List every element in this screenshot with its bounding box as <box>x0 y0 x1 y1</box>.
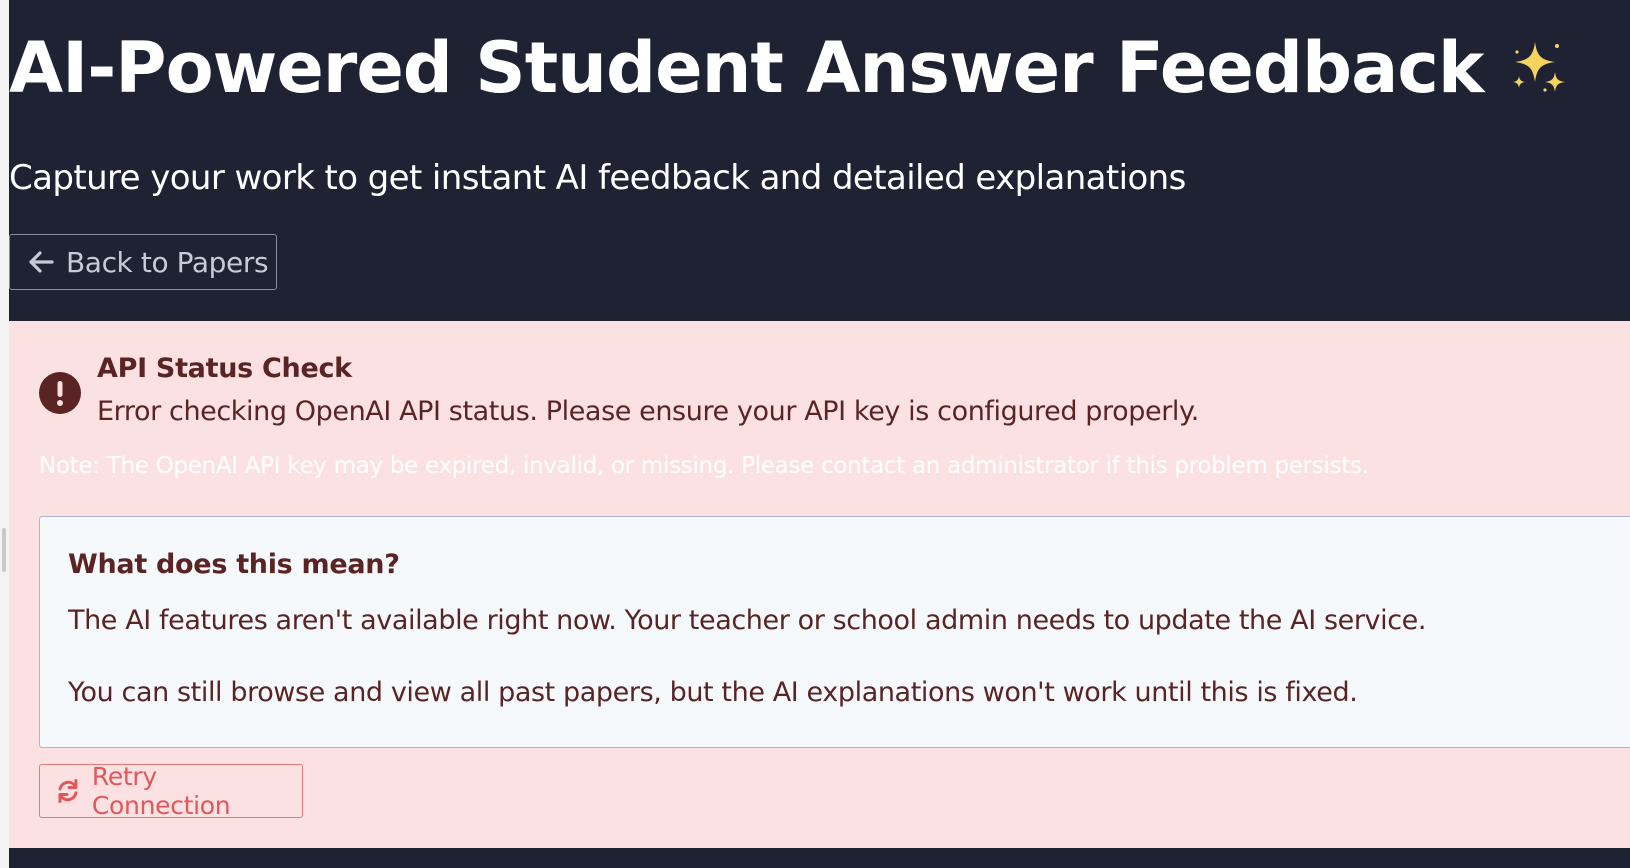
page-subtitle: Capture your work to get instant AI feed… <box>9 158 1186 198</box>
sparkles-icon <box>1513 42 1566 92</box>
info-paragraph: The AI features aren't available right n… <box>68 605 1427 636</box>
window-edge <box>0 0 9 868</box>
alert-message: Error checking OpenAI API status. Please… <box>97 396 1199 427</box>
alert-note: Note: The OpenAI API key may be expired,… <box>39 453 1369 479</box>
resize-handle[interactable] <box>2 528 6 572</box>
api-status-alert: API Status Check Error checking OpenAI A… <box>9 321 1630 848</box>
retry-connection-button[interactable]: Retry Connection <box>39 762 303 820</box>
page-title: AI-Powered Student Answer Feedback <box>9 26 1567 110</box>
exclamation-circle-icon <box>39 372 81 414</box>
page-title-text: AI-Powered Student Answer Feedback <box>9 27 1484 109</box>
back-to-papers-label: Back to Papers <box>66 245 269 279</box>
info-paragraph: You can still browse and view all past p… <box>68 677 1358 708</box>
alert-heading: API Status Check <box>97 353 352 384</box>
back-to-papers-button[interactable]: Back to Papers <box>9 234 277 290</box>
arrow-left-icon <box>29 251 54 273</box>
refresh-icon <box>58 779 78 803</box>
retry-connection-label: Retry Connection <box>91 762 231 820</box>
info-box: What does this mean? The AI features are… <box>39 516 1630 748</box>
info-title: What does this mean? <box>68 549 400 580</box>
page: AI-Powered Student Answer Feedback Captu… <box>9 0 1630 868</box>
